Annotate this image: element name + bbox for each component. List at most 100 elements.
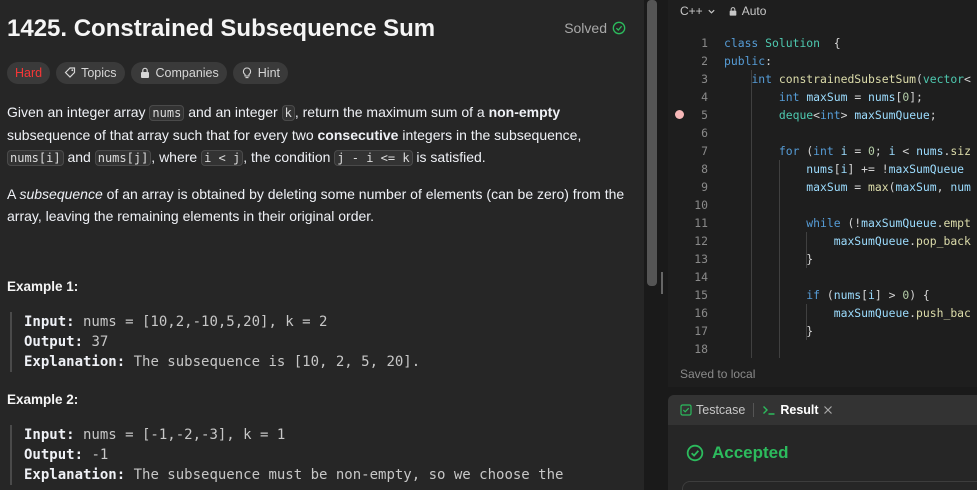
topics-button[interactable]: Topics (56, 62, 125, 84)
tab-testcase[interactable]: Testcase (680, 403, 745, 417)
code-token: { (820, 36, 841, 50)
code-line[interactable]: 14 (668, 268, 977, 286)
code-token: [ (861, 288, 869, 302)
example-2-box: Input: nums = [-1,-2,-3], k = 1 Output: … (10, 425, 630, 485)
panel-resize-handle[interactable] (661, 272, 663, 294)
code-line[interactable]: 9 maxSum = max(maxSum, num (668, 178, 977, 196)
text-span: is satisfied. (412, 149, 486, 165)
code-token: . (909, 234, 917, 248)
result-panel: Testcase Result Accepted (668, 395, 977, 490)
code-token: maxSumQueue (833, 234, 910, 248)
code-line[interactable]: 17 } (668, 322, 977, 340)
code-line[interactable]: 1 class Solution { (668, 34, 977, 52)
accepted-label: Accepted (712, 443, 789, 462)
language-label: C++ (680, 4, 703, 18)
example-1-title: Example 1: (7, 279, 79, 294)
companies-button[interactable]: Companies (130, 62, 227, 84)
code-line[interactable]: 2 public: (668, 52, 977, 70)
code-area[interactable]: 1 class Solution {2 public: 3 int constrain… (668, 34, 977, 358)
code-line[interactable]: 5 deque<int> maxSumQueue; (668, 106, 977, 124)
text-span: , where (151, 149, 202, 165)
indent-guide (751, 70, 753, 358)
code-token: maxSum (895, 180, 937, 194)
hint-button[interactable]: Hint (232, 62, 288, 84)
code-line[interactable]: 7 for (int i = 0; i < nums.siz (668, 142, 977, 160)
line-number: 1 (701, 36, 708, 50)
difficulty-badge: Hard (7, 62, 51, 84)
code-token: > (840, 108, 855, 122)
inline-code: nums[i] (7, 150, 64, 166)
indent-guide (778, 160, 780, 358)
example-2-input-value: nums = [-1,-2,-3], k = 1 (74, 427, 286, 443)
code-token: < (964, 72, 971, 86)
language-selector[interactable]: C++ (680, 4, 716, 18)
auto-mode-toggle[interactable]: Auto (728, 4, 766, 18)
code-token: nums (868, 90, 896, 104)
tab-result[interactable]: Result (762, 403, 832, 417)
example-1-output-value: 37 (83, 334, 109, 350)
indent-guide (806, 232, 808, 268)
code-line[interactable]: 16 maxSumQueue.push_bac (668, 304, 977, 322)
code-token: int (820, 108, 841, 122)
code-token: = (847, 144, 869, 158)
close-icon[interactable] (823, 405, 833, 415)
tab-separator (753, 403, 755, 417)
code-token: maxSumQueue (854, 108, 930, 122)
line-number: 2 (701, 54, 708, 68)
code-token: empt (943, 216, 971, 230)
code-token: < (813, 108, 821, 122)
problem-tags: Hard Topics Companies Hint (7, 62, 288, 84)
result-details-box (682, 481, 977, 490)
code-line[interactable]: 4 int maxSum = nums[0]; (668, 88, 977, 106)
code-token: ( (826, 288, 834, 302)
code-token: class (724, 36, 766, 50)
line-number: 15 (694, 288, 708, 302)
line-number: 18 (694, 342, 708, 356)
code-text: nums[i] += !maxSumQueue (724, 160, 964, 178)
code-token: ; (874, 144, 889, 158)
code-line[interactable]: 11 while (!maxSumQueue.empt (668, 214, 977, 232)
code-line[interactable]: 12 maxSumQueue.pop_back (668, 232, 977, 250)
line-number: 5 (701, 108, 708, 122)
example-1-input: Input: nums = [10,2,-10,5,20], k = 2 (24, 312, 630, 332)
lock-icon (140, 67, 149, 78)
line-number: 4 (701, 90, 708, 104)
code-line[interactable]: 6 (668, 124, 977, 142)
code-token: maxSumQueue (833, 306, 910, 320)
italic-text: subsequence (19, 186, 103, 202)
tag-icon (64, 67, 76, 78)
problem-title[interactable]: 1425. Constrained Subsequence Sum (7, 15, 435, 43)
example-2-explanation-value: The subsequence must be non-empty, so we… (125, 467, 564, 483)
example-1-output: Output: 37 (24, 332, 630, 352)
code-token: ; (929, 108, 937, 122)
code-line[interactable]: 13 } (668, 250, 977, 268)
inline-code: k (281, 105, 295, 121)
subsequence-definition: A subsequence of an array is obtained by… (7, 183, 633, 227)
code-line[interactable]: 3 int constrainedSubsetSum(vector< (668, 70, 977, 88)
tab-result-label: Result (780, 403, 819, 417)
code-text: int constrainedSubsetSum(vector< (724, 70, 971, 88)
code-editor[interactable]: C++ Auto 1 class Solution {2 public: 3 int … (668, 0, 977, 387)
code-token: Solution (765, 36, 821, 50)
check-circle-icon (612, 21, 626, 35)
code-line[interactable]: 15 if (nums[i] > 0) { (668, 286, 977, 304)
inline-code: nums (149, 105, 185, 121)
code-line[interactable]: 10 (668, 196, 977, 214)
code-line[interactable]: 18 (668, 340, 977, 358)
chevron-down-icon (708, 9, 715, 14)
example-1-explanation: Explanation: The subsequence is [10, 2, … (24, 352, 630, 372)
code-text: for (int i = 0; i < nums.siz (724, 142, 971, 160)
code-token: push_bac (916, 306, 971, 320)
code-line[interactable]: 8 nums[i] += !maxSumQueue (668, 160, 977, 178)
line-number: 10 (694, 198, 708, 212)
line-number: 17 (694, 324, 708, 338)
code-text: maxSumQueue.pop_back (724, 232, 971, 250)
code-token: maxSum (806, 90, 848, 104)
description-scrollbar[interactable] (647, 0, 657, 286)
line-number: 12 (694, 234, 708, 248)
check-circle-icon (686, 444, 704, 462)
code-token: = (847, 90, 869, 104)
code-token: 0 (868, 144, 875, 158)
